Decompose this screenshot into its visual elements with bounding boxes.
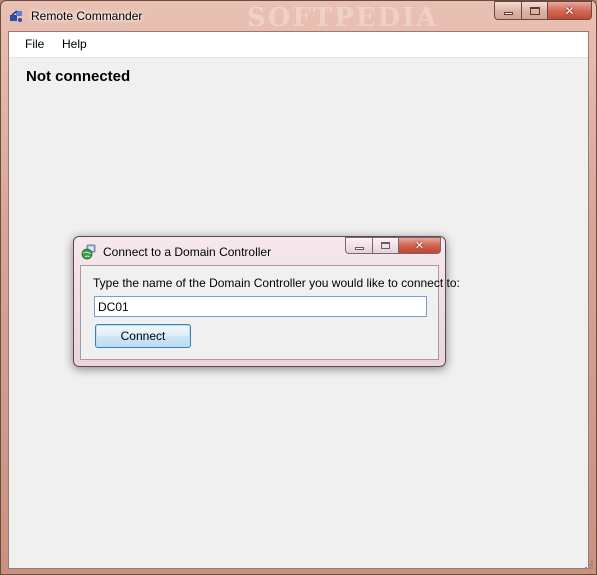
menu-file[interactable]: File <box>25 37 44 51</box>
dialog-client-area: Type the name of the Domain Controller y… <box>80 265 460 360</box>
window-title: Remote Commander <box>31 9 143 23</box>
maximize-button[interactable] <box>521 1 547 20</box>
dialog-caption-buttons: ✕ <box>345 237 441 254</box>
menu-help[interactable]: Help <box>62 37 87 51</box>
dialog-close-button[interactable]: ✕ <box>398 237 441 254</box>
close-icon: ✕ <box>414 240 425 252</box>
connection-status: Not connected <box>26 68 131 85</box>
maximize-icon <box>381 242 390 249</box>
minimize-button[interactable] <box>494 1 521 20</box>
connect-dialog: Connect to a Domain Controller ✕ Type th… <box>73 236 460 367</box>
window-caption-buttons: ✕ <box>494 1 592 21</box>
remote-commander-app-icon <box>10 10 22 22</box>
network-globe-icon <box>81 244 96 260</box>
close-button[interactable]: ✕ <box>547 1 592 20</box>
dialog-title: Connect to a Domain Controller <box>103 245 272 259</box>
softpedia-watermark: SOFTPEDIA <box>247 3 439 33</box>
resize-grip-icon[interactable] <box>582 560 594 572</box>
menu-bar: File Help <box>9 32 588 58</box>
domain-controller-input[interactable] <box>94 296 427 317</box>
dialog-minimize-button[interactable] <box>345 237 372 254</box>
close-icon: ✕ <box>564 3 575 18</box>
title-bar[interactable]: Remote Commander SOFTPEDIA ✕ <box>1 1 596 33</box>
minimize-icon <box>354 246 364 250</box>
maximize-icon <box>529 6 540 15</box>
dialog-prompt-label: Type the name of the Domain Controller y… <box>93 276 460 290</box>
connect-button[interactable]: Connect <box>95 324 191 348</box>
minimize-icon <box>503 12 513 15</box>
dialog-maximize-button[interactable] <box>372 237 398 254</box>
